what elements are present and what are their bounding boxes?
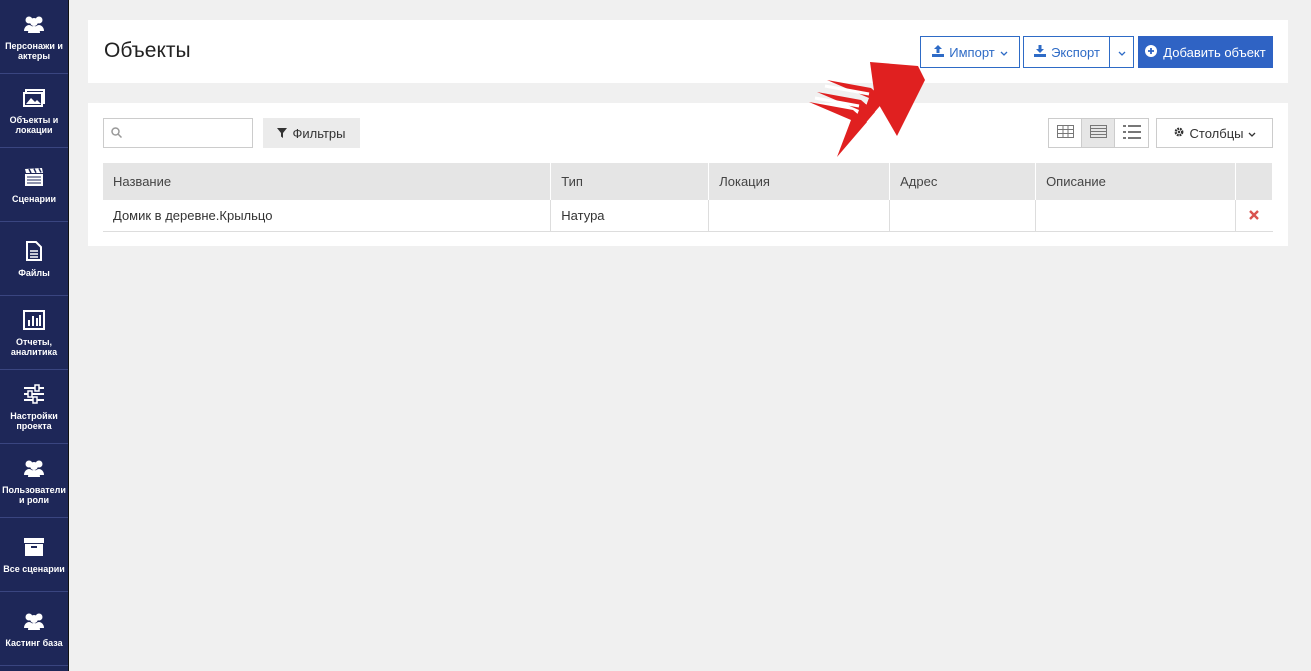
add-object-label: Добавить объект	[1163, 44, 1266, 60]
import-label: Импорт	[949, 44, 995, 60]
table-grid-icon	[1056, 125, 1074, 141]
import-button[interactable]: Импорт	[920, 36, 1020, 68]
sidebar-item-files[interactable]: Файлы	[0, 222, 68, 296]
cell-location	[708, 200, 891, 232]
cell-name[interactable]: Домик в деревне.Крыльцо	[103, 200, 552, 232]
sidebar-item-label: Персонажи и актеры	[5, 40, 63, 61]
sidebar-item-label: Отчеты, аналитика	[10, 336, 58, 357]
sidebar-item-users-roles[interactable]: Пользователи и роли	[0, 444, 68, 518]
cell-actions	[1235, 200, 1273, 232]
column-header-name[interactable]: Название	[103, 163, 552, 200]
sidebar-item-label: Сценарии	[11, 193, 57, 204]
image-icon	[23, 87, 45, 109]
users-icon	[23, 457, 45, 479]
cell-address	[889, 200, 1037, 232]
download-icon	[1034, 44, 1047, 60]
delete-icon[interactable]	[1249, 208, 1260, 223]
chevron-down-icon	[1118, 45, 1126, 60]
sidebar-item-reports[interactable]: Отчеты, аналитика	[0, 296, 68, 370]
search-box	[103, 118, 253, 148]
sidebar-item-label: Объекты и локации	[9, 114, 59, 135]
table-rows-icon	[1089, 125, 1107, 141]
red-arrow-icon	[809, 62, 925, 157]
view-table-button[interactable]	[1082, 119, 1115, 147]
clapperboard-icon	[23, 166, 45, 188]
bar-chart-icon	[23, 309, 45, 331]
objects-panel: Фильтры Столбцы Название Тип Локация Адр…	[88, 103, 1288, 246]
sliders-icon	[23, 383, 45, 405]
column-header-location[interactable]: Локация	[708, 163, 891, 200]
plus-circle-icon	[1145, 44, 1158, 60]
add-object-button[interactable]: Добавить объект	[1138, 36, 1273, 68]
table-header-row: Название Тип Локация Адрес Описание	[103, 163, 1274, 200]
export-dropdown-button[interactable]	[1109, 36, 1134, 68]
table-row[interactable]: Домик в деревне.Крыльцо Натура	[103, 200, 1273, 232]
columns-button[interactable]: Столбцы	[1156, 118, 1273, 148]
search-icon	[111, 126, 123, 141]
view-mode-switcher	[1048, 118, 1149, 148]
list-icon	[1122, 124, 1141, 142]
sidebar-item-project-settings[interactable]: Настройки проекта	[0, 370, 68, 444]
archive-icon	[23, 536, 45, 558]
sidebar-item-label: Файлы	[18, 267, 50, 278]
users-icon	[23, 610, 45, 632]
sidebar-item-label: Пользователи и роли	[2, 484, 66, 505]
sidebar-item-all-scripts[interactable]: Все сценарии	[0, 518, 68, 592]
page-title: Объекты	[104, 39, 191, 62]
sidebar-item-objects[interactable]: Объекты и локации	[0, 74, 68, 148]
sidebar-item-characters[interactable]: Персонажи и актеры	[0, 0, 68, 74]
filter-icon	[277, 126, 288, 141]
sidebar-edge	[68, 0, 69, 671]
sidebar-item-label: Настройки проекта	[10, 410, 58, 431]
columns-label: Столбцы	[1189, 125, 1244, 141]
column-header-actions	[1235, 163, 1274, 200]
sidebar-item-scripts[interactable]: Сценарии	[0, 148, 68, 222]
sidebar-item-casting[interactable]: Кастинг база	[0, 592, 68, 666]
view-grid-button[interactable]	[1049, 119, 1082, 147]
file-icon	[23, 240, 45, 262]
sidebar-item-label: Кастинг база	[5, 637, 63, 648]
gear-icon	[1173, 126, 1185, 141]
chevron-down-icon	[1248, 126, 1256, 141]
column-header-address[interactable]: Адрес	[889, 163, 1037, 200]
filters-label: Фильтры	[292, 125, 346, 141]
column-header-description[interactable]: Описание	[1035, 163, 1236, 200]
filters-button[interactable]: Фильтры	[263, 118, 360, 148]
view-list-button[interactable]	[1115, 119, 1148, 147]
page-header: Объекты Импорт Экспорт Добавить объект	[88, 20, 1288, 83]
cell-description	[1035, 200, 1236, 232]
objects-table: Название Тип Локация Адрес Описание Доми…	[103, 163, 1274, 232]
search-input[interactable]	[127, 126, 247, 140]
sidebar: Персонажи и актеры Объекты и локации Сце…	[0, 0, 69, 671]
chevron-down-icon	[1000, 45, 1008, 60]
upload-icon	[932, 44, 945, 60]
export-label: Экспорт	[1051, 44, 1100, 60]
column-header-type[interactable]: Тип	[550, 163, 710, 200]
cell-type: Натура	[550, 200, 710, 232]
sidebar-item-label: Все сценарии	[3, 563, 65, 574]
export-button[interactable]: Экспорт	[1023, 36, 1110, 68]
users-icon	[23, 13, 45, 35]
